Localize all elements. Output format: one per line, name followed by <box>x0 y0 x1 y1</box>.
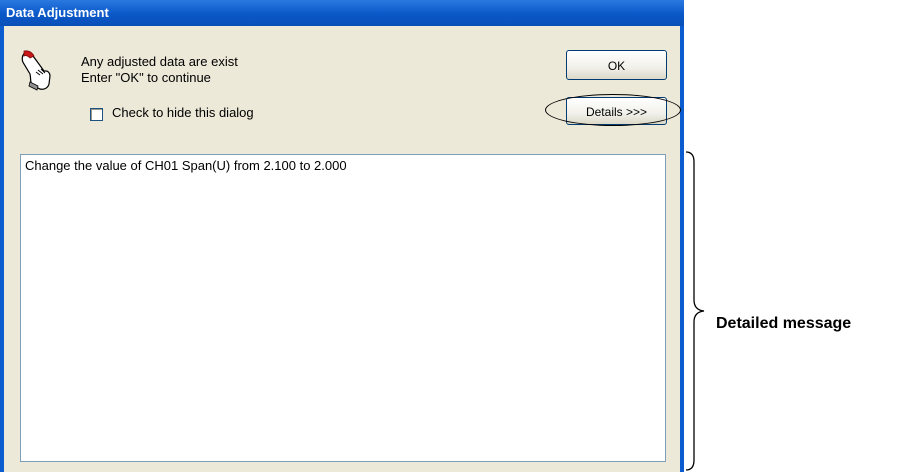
data-adjustment-dialog: Data Adjustment Any adjusted data are ex… <box>0 0 684 472</box>
right-brace-annotation <box>685 151 705 471</box>
window-title: Data Adjustment <box>6 5 109 20</box>
page: Data Adjustment Any adjusted data are ex… <box>0 0 900 472</box>
detail-message-text: Change the value of CH01 Span(U) from 2.… <box>25 158 347 173</box>
ok-button[interactable]: OK <box>566 50 667 80</box>
detailed-message-callout: Detailed message <box>716 315 852 332</box>
hide-dialog-checkbox[interactable] <box>90 108 103 121</box>
message-line-2: Enter "OK" to continue <box>81 70 211 85</box>
detail-message-box[interactable]: Change the value of CH01 Span(U) from 2.… <box>20 154 666 462</box>
pointing-hand-icon <box>21 50 51 91</box>
details-button[interactable]: Details >>> <box>566 97 667 125</box>
hide-dialog-checkbox-label[interactable]: Check to hide this dialog <box>112 105 254 120</box>
dialog-client-area: Any adjusted data are exist Enter "OK" t… <box>4 26 681 472</box>
title-bar[interactable]: Data Adjustment <box>0 0 684 26</box>
message-line-1: Any adjusted data are exist <box>81 54 238 69</box>
